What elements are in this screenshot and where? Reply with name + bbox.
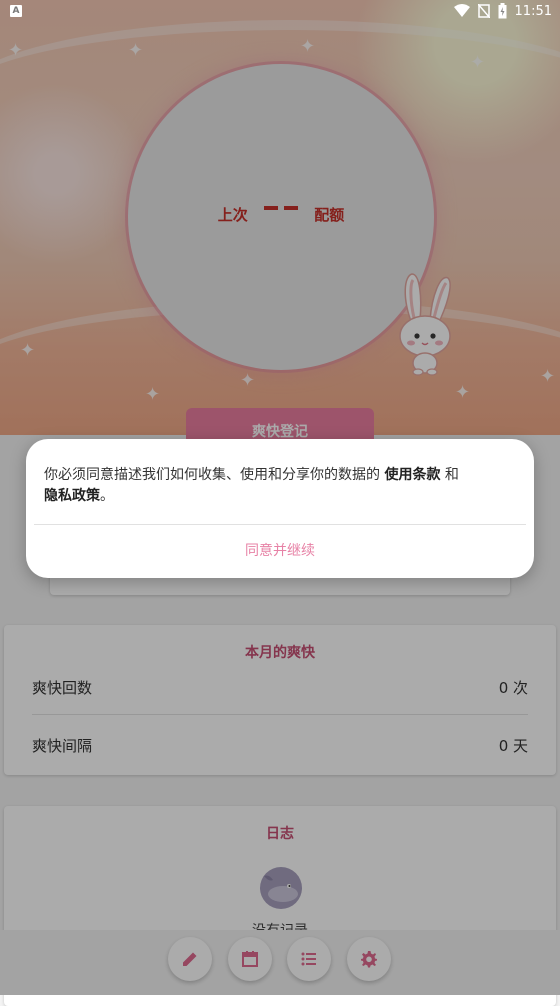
no-signal-icon [477,4,490,18]
agree-continue-button[interactable]: 同意并继续 [26,540,534,560]
terms-link[interactable]: 使用条款 [384,467,440,483]
privacy-link[interactable]: 隐私政策 [44,488,100,504]
app-notification-icon: A [10,5,22,17]
consent-and-text: 和 [440,467,459,483]
dialog-divider [34,524,526,525]
consent-dialog: 你必须同意描述我们如何收集、使用和分享你的数据的 使用条款 和隐私政策。 同意并… [26,439,534,578]
consent-end-text: 。 [100,488,114,504]
consent-text: 你必须同意描述我们如何收集、使用和分享你的数据的 [44,467,385,483]
clock: 11:51 [514,3,552,19]
consent-message: 你必须同意描述我们如何收集、使用和分享你的数据的 使用条款 和隐私政策。 [44,465,516,507]
battery-charging-icon [498,3,507,19]
status-bar: A 11:51 [0,0,560,24]
wifi-icon [453,4,470,17]
